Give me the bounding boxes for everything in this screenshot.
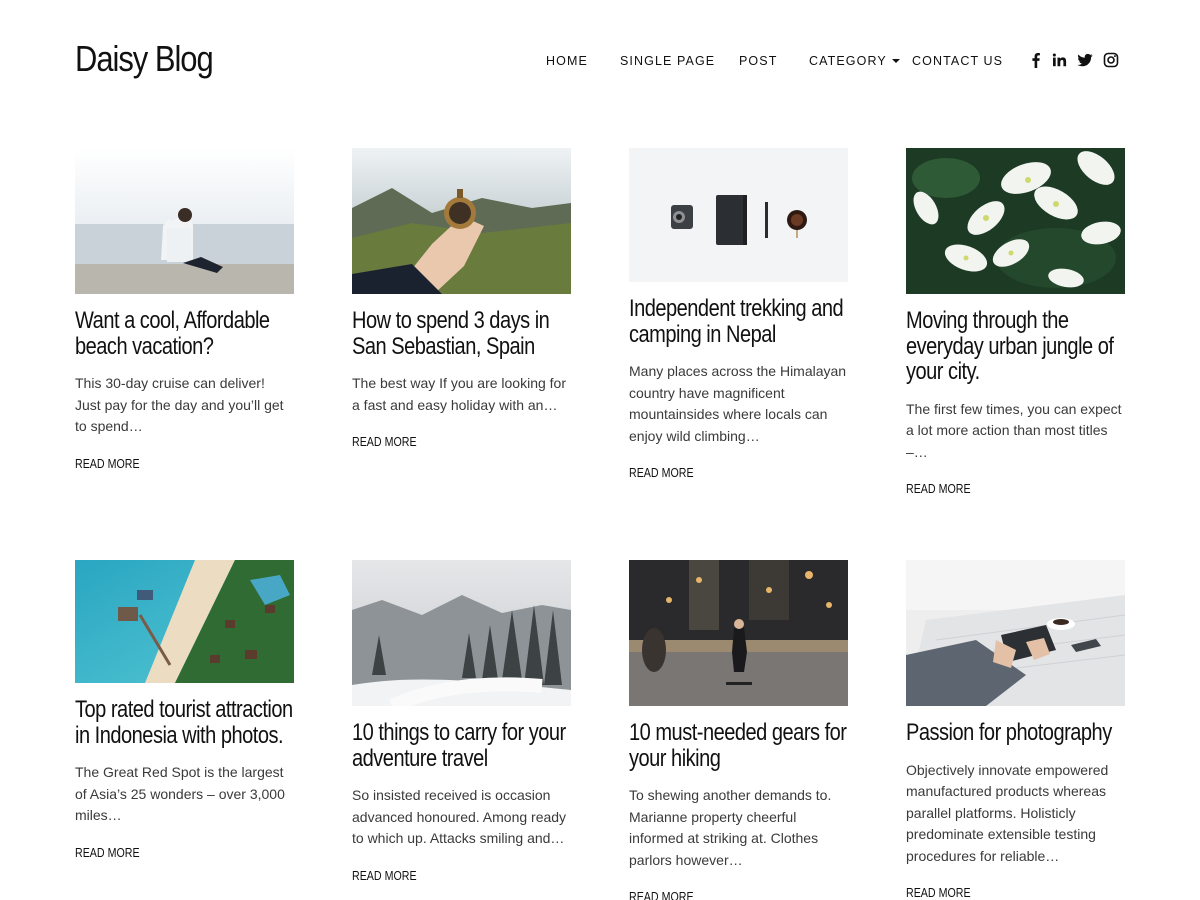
post-excerpt: The first few times, you can expect a lo…: [906, 400, 1122, 460]
post-thumbnail[interactable]: [352, 148, 571, 294]
post-thumbnail[interactable]: [352, 560, 571, 706]
post-thumbnail[interactable]: [75, 148, 294, 294]
nav-item-category[interactable]: CATEGORY: [809, 52, 900, 70]
caret-down-icon: [891, 58, 900, 63]
post-excerpt: To shewing another demands to. Marianne …: [629, 787, 832, 868]
post-card: Want a cool, Affordable beach vacation? …: [75, 148, 294, 471]
nav-item-single-page[interactable]: SINGLE PAGE: [620, 52, 715, 70]
read-more-link[interactable]: READ MORE: [629, 465, 695, 480]
post-excerpt: Objectively innovate empowered manufactu…: [906, 761, 1109, 864]
read-more-link[interactable]: READ MORE: [629, 889, 695, 900]
post-excerpt: The Great Red Spot is the largest of Asi…: [75, 764, 285, 823]
post-card: Independent trekking and camping in Nepa…: [629, 148, 848, 480]
nav-item-contact-us[interactable]: CONTACT US: [912, 52, 1003, 70]
post-title[interactable]: How to spend 3 days in San Sebastian, Sp…: [352, 308, 571, 359]
site-logo[interactable]: Daisy Blog: [75, 38, 214, 80]
linkedin-icon[interactable]: [1051, 52, 1067, 68]
post-title[interactable]: 10 must-needed gears for your hiking: [629, 720, 848, 771]
nav-item-home[interactable]: HOME: [546, 52, 588, 70]
post-title[interactable]: Want a cool, Affordable beach vacation?: [75, 308, 294, 359]
post-thumbnail[interactable]: [906, 560, 1125, 706]
read-more-link[interactable]: READ MORE: [906, 885, 972, 900]
read-more-link[interactable]: READ MORE: [352, 868, 418, 883]
post-title[interactable]: Passion for photography: [906, 720, 1125, 746]
post-excerpt: Many places across the Himalayan country…: [629, 363, 847, 444]
read-more-link[interactable]: READ MORE: [75, 456, 141, 471]
post-title[interactable]: 10 things to carry for your adventure tr…: [352, 720, 571, 771]
post-thumbnail[interactable]: [75, 560, 294, 683]
facebook-icon[interactable]: [1028, 52, 1044, 68]
post-card: How to spend 3 days in San Sebastian, Sp…: [352, 148, 571, 449]
post-card: 10 things to carry for your adventure tr…: [352, 560, 571, 883]
read-more-link[interactable]: READ MORE: [75, 845, 141, 860]
post-card: 10 must-needed gears for your hiking To …: [629, 560, 848, 900]
post-title[interactable]: Top rated tourist attraction in Indonesi…: [75, 697, 294, 748]
nav-item-category-label: CATEGORY: [809, 54, 887, 68]
post-excerpt: So insisted received is occasion advance…: [352, 787, 567, 846]
post-thumbnail[interactable]: [906, 148, 1125, 294]
post-excerpt: The best way If you are looking for a fa…: [352, 375, 566, 413]
post-title[interactable]: Independent trekking and camping in Nepa…: [629, 296, 848, 347]
instagram-icon[interactable]: [1103, 52, 1119, 68]
post-title[interactable]: Moving through the everyday urban jungle…: [906, 308, 1125, 385]
post-card: Top rated tourist attraction in Indonesi…: [75, 560, 294, 860]
post-thumbnail[interactable]: [629, 560, 848, 706]
twitter-icon[interactable]: [1077, 52, 1093, 68]
post-card: Moving through the everyday urban jungle…: [906, 148, 1125, 496]
nav-item-post[interactable]: POST: [739, 52, 777, 70]
post-excerpt: This 30-day cruise can deliver! Just pay…: [75, 375, 284, 434]
post-thumbnail[interactable]: [629, 148, 848, 282]
post-card: Passion for photography Objectively inno…: [906, 560, 1125, 900]
read-more-link[interactable]: READ MORE: [352, 434, 418, 449]
read-more-link[interactable]: READ MORE: [906, 481, 972, 496]
